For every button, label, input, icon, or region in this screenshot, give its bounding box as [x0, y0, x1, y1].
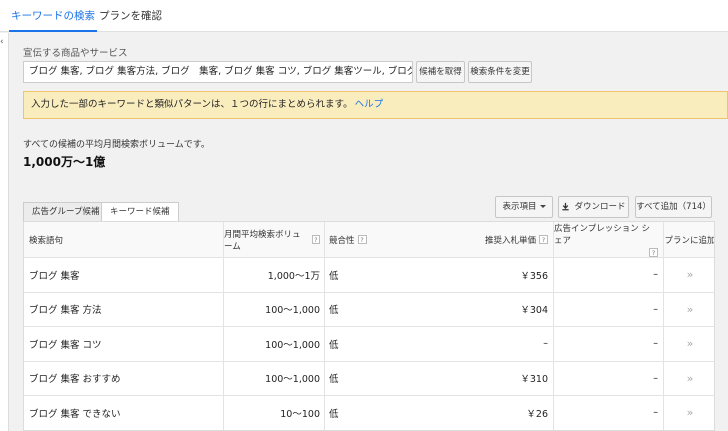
table-row: ブログ 集客 コツ 100～1,000 低 – –» — [24, 327, 714, 362]
table-row: ブログ 集客 1,000～1万低 ￥356–» — [24, 258, 714, 293]
add-to-plan-icon[interactable]: » — [664, 327, 714, 361]
help-icon[interactable]: ? — [539, 235, 548, 244]
tab-review-plan[interactable]: プランを確認 — [99, 0, 162, 32]
keyword-cell[interactable]: ブログ 集客 方法 — [24, 292, 224, 326]
keyword-table: 検索語句 月間平均検索ボリューム? 競合性? 推奨入札単価? 広告インプレッショ… — [23, 221, 715, 431]
help-icon[interactable]: ? — [311, 235, 320, 244]
share-cell: – — [554, 292, 664, 326]
volume-cell: 100～1,000 — [224, 292, 325, 326]
tab-keyword-search[interactable]: キーワードの検索 — [9, 0, 97, 32]
left-collapse-bar[interactable]: ‹ — [0, 33, 9, 431]
volume-cell: 10～100 — [224, 396, 325, 430]
table-row: ブログ 集客 できない 10～100 低 ￥26–» — [24, 396, 714, 430]
help-link[interactable]: ヘルプ — [355, 99, 384, 110]
keyword-cell[interactable]: ブログ 集客 — [24, 258, 224, 292]
download-label: ダウンロード — [574, 202, 626, 212]
volume-cell: 100～1,000 — [224, 361, 325, 395]
product-label: 宣伝する商品やサービス — [23, 48, 128, 59]
bid-cell: ￥304 — [325, 292, 554, 326]
header-bid[interactable]: 推奨入札単価? — [325, 222, 554, 257]
bid-cell: ￥310 — [325, 361, 554, 395]
volume-cell: 100～1,000 — [224, 327, 325, 361]
notice-text: 入力した一部のキーワードと類似パターンは、１つの行にまとめられます。 — [31, 99, 353, 110]
keyword-cell[interactable]: ブログ 集客 できない — [24, 396, 224, 430]
add-all-button[interactable]: すべて追加（714） — [635, 196, 712, 218]
add-to-plan-icon[interactable]: » — [664, 362, 714, 396]
header-add-to-plan: プランに追加 — [664, 235, 715, 246]
modify-search-button[interactable]: 検索条件を変更 — [468, 61, 532, 83]
share-cell: – — [554, 396, 664, 430]
tab-ad-group-ideas[interactable]: 広告グループ候補 — [23, 202, 109, 221]
main-content: 宣伝する商品やサービス ブログ 集客, ブログ 集客方法, ブログ 集客, ブロ… — [10, 33, 728, 431]
notice-banner: 入力した一部のキーワードと類似パターンは、１つの行にまとめられます。 ヘルプ — [23, 91, 728, 119]
top-navigation: キーワードの検索 プランを確認 — [0, 0, 728, 32]
add-to-plan-icon[interactable]: » — [664, 293, 714, 327]
volume-cell: 1,000～1万 — [224, 258, 325, 292]
share-cell: – — [554, 258, 664, 292]
table-row: ブログ 集客 おすすめ 100～1,000 低 ￥310–» — [24, 361, 714, 396]
columns-button[interactable]: 表示項目 — [495, 196, 553, 218]
average-volume-value: 1,000万～1億 — [23, 155, 106, 169]
keyword-cell[interactable]: ブログ 集客 おすすめ — [24, 361, 224, 395]
table-header: 検索語句 月間平均検索ボリューム? 競合性? 推奨入札単価? 広告インプレッショ… — [24, 222, 715, 258]
bid-cell: ￥26 — [325, 396, 554, 430]
chevron-down-icon — [539, 205, 546, 208]
collapse-icon[interactable]: ‹ — [0, 37, 4, 47]
add-to-plan-icon[interactable]: » — [664, 258, 714, 292]
help-icon[interactable]: ? — [649, 248, 658, 257]
share-cell: – — [554, 361, 664, 395]
get-ideas-button[interactable]: 候補を取得 — [416, 61, 465, 83]
header-share[interactable]: 広告インプレッション シェア? — [554, 222, 664, 257]
columns-label: 表示項目 — [502, 202, 537, 212]
bid-cell: – — [325, 327, 554, 361]
add-to-plan-icon[interactable]: » — [664, 396, 714, 430]
download-icon — [562, 202, 570, 211]
product-input[interactable]: ブログ 集客, ブログ 集客方法, ブログ 集客, ブログ 集客 コツ, ブログ… — [23, 61, 413, 83]
keyword-cell[interactable]: ブログ 集客 コツ — [24, 327, 224, 361]
tab-keyword-ideas[interactable]: キーワード候補 — [101, 202, 179, 222]
header-keyword[interactable]: 検索語句 — [24, 222, 224, 257]
share-cell: – — [554, 327, 664, 361]
header-volume[interactable]: 月間平均検索ボリューム? — [224, 222, 325, 257]
average-volume-label: すべての候補の平均月間検索ボリュームです。 — [23, 140, 210, 150]
download-button[interactable]: ダウンロード — [558, 196, 629, 218]
table-row: ブログ 集客 方法 100～1,000 低 ￥304–» — [24, 292, 714, 327]
bid-cell: ￥356 — [325, 258, 554, 292]
